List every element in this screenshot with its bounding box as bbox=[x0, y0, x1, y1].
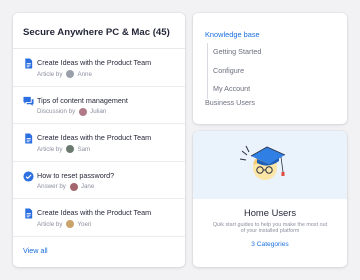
list-item[interactable]: Create Ideas with the Product Team Artic… bbox=[13, 124, 185, 162]
nav-item-my-account[interactable]: My Account bbox=[208, 80, 287, 99]
item-meta: Article by Sam bbox=[37, 145, 185, 154]
item-meta: Answer by Jane bbox=[37, 182, 185, 191]
list-item[interactable]: Create Ideas with the Product Team Artic… bbox=[13, 199, 185, 237]
nav-item-configure[interactable]: Configure bbox=[208, 62, 287, 81]
author-name[interactable]: Yoeri bbox=[77, 221, 91, 228]
author-name[interactable]: Julian bbox=[90, 108, 106, 115]
avatar bbox=[66, 70, 75, 78]
categories-link[interactable]: 3 Categories bbox=[193, 241, 347, 248]
home-users-card[interactable]: Home Users Quik start guides to help you… bbox=[193, 131, 347, 267]
home-users-description: Quik start guides to help you make the m… bbox=[193, 222, 347, 234]
item-meta: Discussion by Julian bbox=[37, 107, 185, 116]
author-name[interactable]: Jane bbox=[81, 183, 94, 190]
nav-item-business-users[interactable]: Business Users bbox=[205, 98, 255, 107]
answered-check-icon bbox=[23, 171, 34, 182]
meta-label: Article by bbox=[37, 145, 63, 153]
content-list-card: Secure Anywhere PC & Mac (45) Create Ide… bbox=[13, 13, 185, 267]
list-item[interactable]: How to reset password? Answer by Jane bbox=[13, 162, 185, 200]
description-line: of your installed platform bbox=[240, 228, 300, 234]
meta-label: Article by bbox=[37, 220, 63, 228]
nav-item-knowledge-base[interactable]: Knowledge base bbox=[205, 30, 260, 39]
author-name[interactable]: Anne bbox=[77, 71, 91, 78]
graduate-icon bbox=[239, 145, 286, 180]
discussion-icon bbox=[23, 96, 34, 106]
item-title[interactable]: Create Ideas with the Product Team bbox=[37, 133, 185, 142]
document-icon bbox=[25, 208, 33, 219]
knowledge-base-nav-card: Knowledge base Getting Started Configure… bbox=[193, 13, 347, 124]
avatar bbox=[66, 145, 75, 154]
document-icon bbox=[25, 58, 33, 69]
list-item[interactable]: Tips of content management Discussion by… bbox=[13, 87, 185, 125]
avatar bbox=[69, 182, 78, 191]
item-meta: Article by Anne bbox=[37, 70, 185, 78]
avatar bbox=[79, 107, 88, 116]
item-meta: Article by Yoeri bbox=[37, 220, 185, 229]
meta-label: Answer by bbox=[37, 183, 66, 191]
meta-label: Discussion by bbox=[37, 108, 76, 116]
item-title[interactable]: Tips of content management bbox=[37, 96, 185, 105]
nav-subitems: Getting Started Configure My Account bbox=[207, 43, 287, 99]
list-item[interactable]: Create Ideas with the Product Team Artic… bbox=[13, 49, 185, 87]
item-title[interactable]: Create Ideas with the Product Team bbox=[37, 58, 185, 67]
meta-label: Article by bbox=[37, 70, 63, 78]
category-title[interactable]: Secure Anywhere PC & Mac (45) bbox=[13, 13, 185, 49]
home-users-title[interactable]: Home Users bbox=[193, 207, 347, 218]
document-icon bbox=[25, 133, 33, 144]
author-name[interactable]: Sam bbox=[77, 146, 90, 153]
avatar bbox=[66, 220, 75, 229]
graduation-illustration bbox=[193, 131, 347, 199]
nav-item-getting-started[interactable]: Getting Started bbox=[208, 43, 287, 62]
view-all-link[interactable]: View all bbox=[23, 246, 48, 255]
item-title[interactable]: How to reset password? bbox=[37, 171, 185, 180]
item-title[interactable]: Create Ideas with the Product Team bbox=[37, 208, 185, 217]
